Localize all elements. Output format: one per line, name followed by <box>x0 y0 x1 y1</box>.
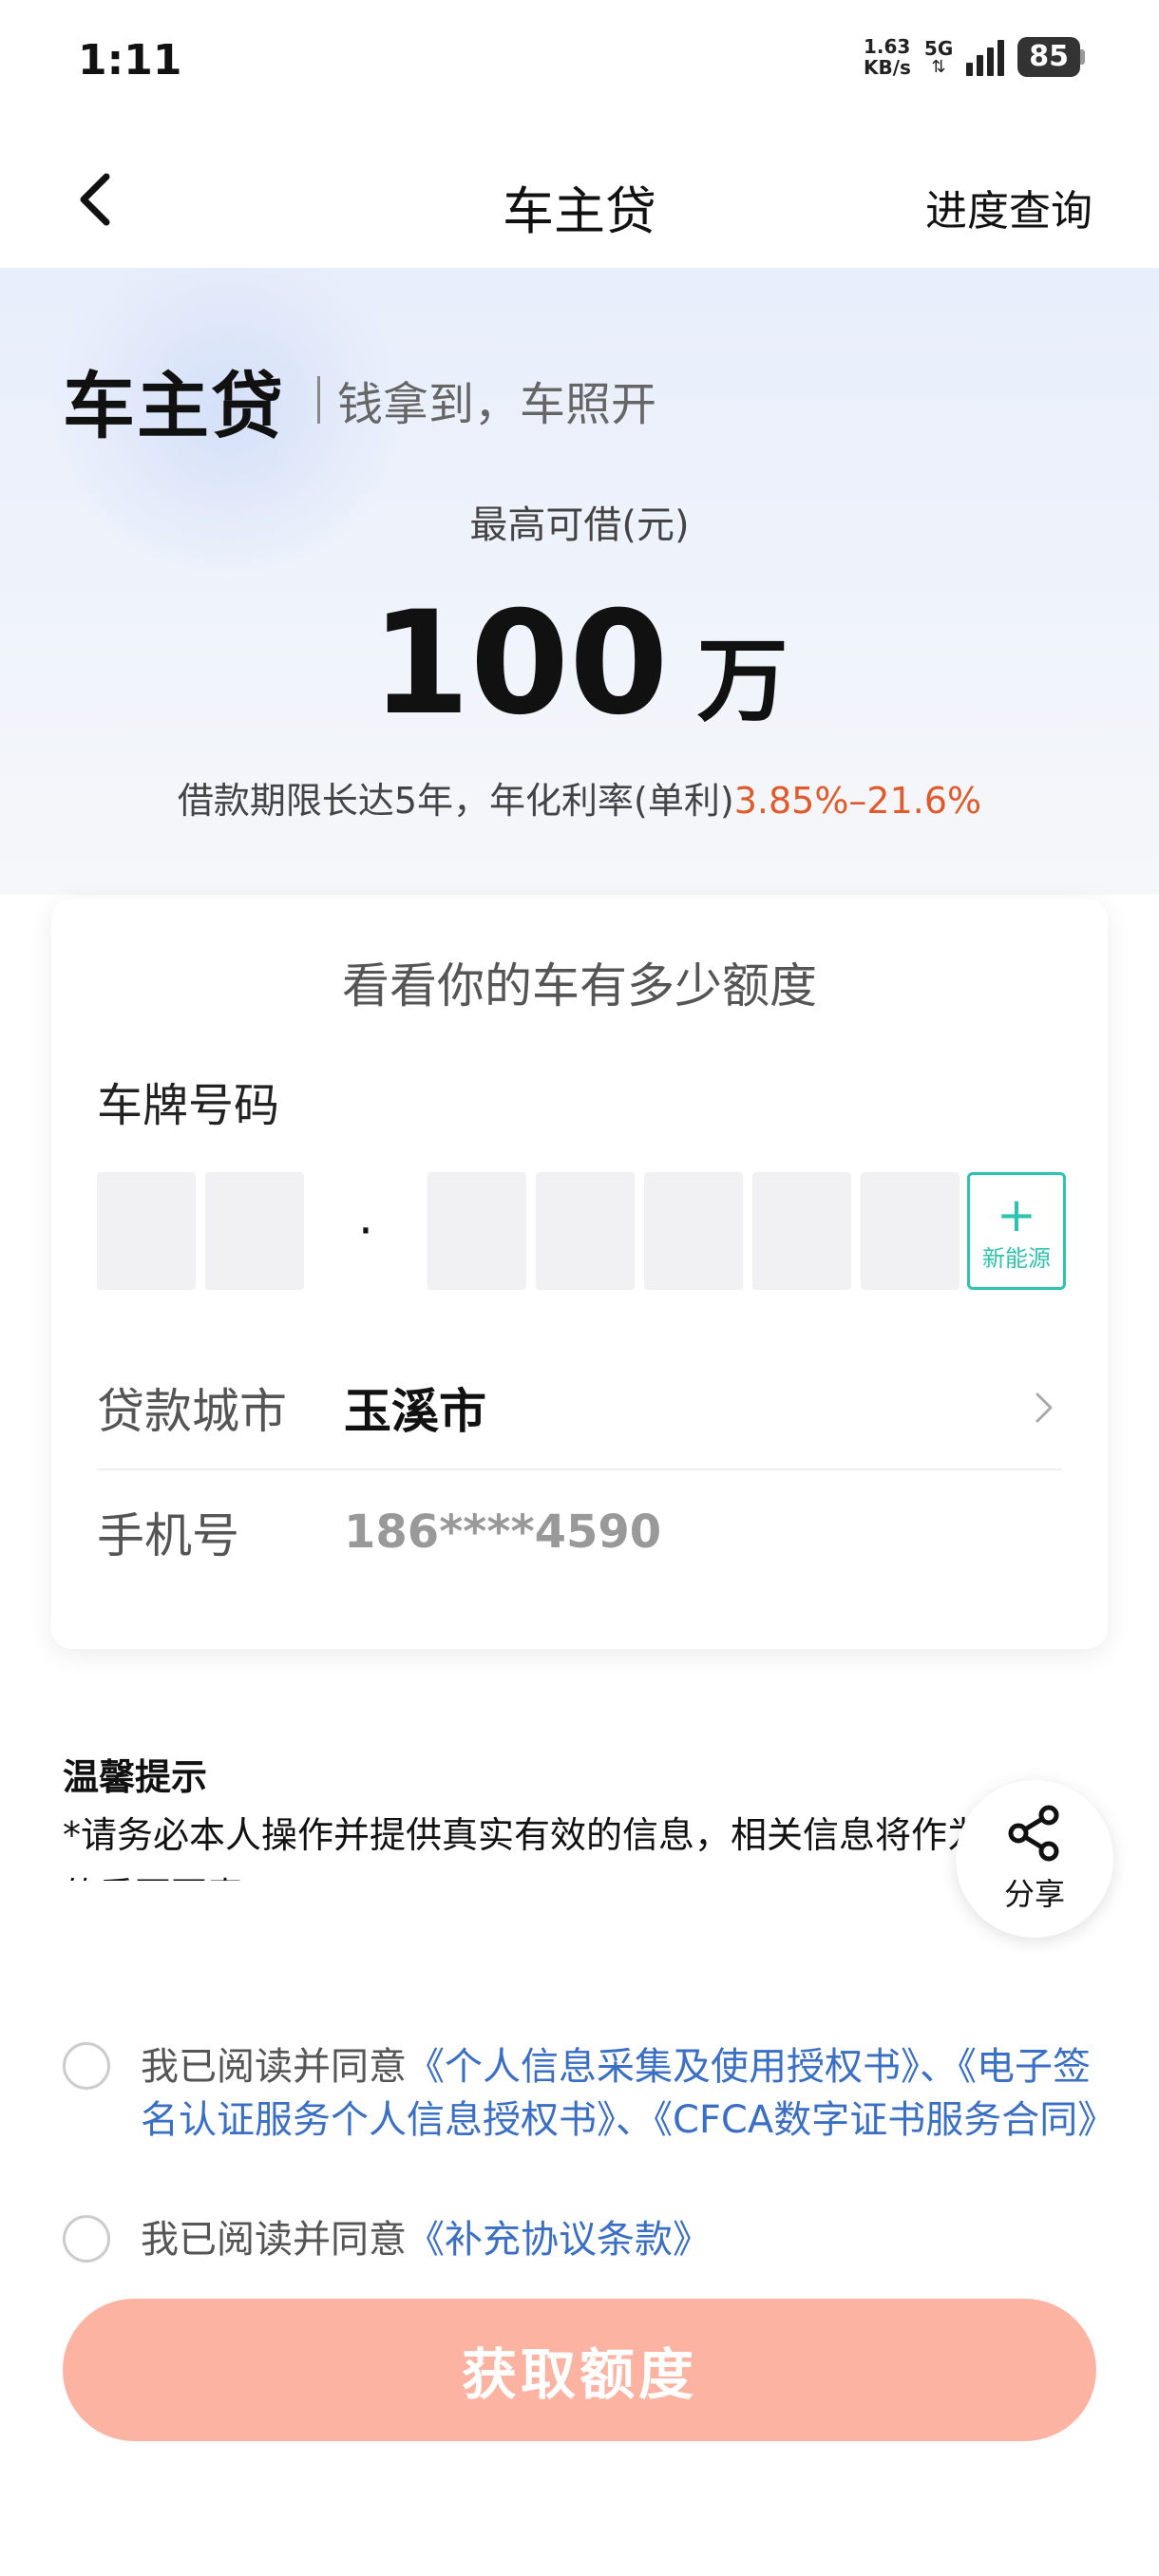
share-icon <box>1008 1805 1059 1862</box>
quota-form-card: 看看你的车有多少额度 车牌号码 · + 新能源 贷款城市 玉溪市 手机号 186… <box>51 899 1108 1649</box>
plate-input-row: · + 新能源 <box>97 1172 1066 1290</box>
brand-slogan: 钱拿到，车照开 <box>337 378 657 431</box>
plate-char-box[interactable] <box>428 1172 526 1290</box>
supplement-link[interactable]: 《补充协议条款》 <box>407 2218 711 2262</box>
agreement-prefix: 我已阅读并同意 <box>141 2045 407 2089</box>
amount-unit: 万 <box>696 628 788 734</box>
status-bar: 1:11 1.63 KB/s 5G ⇅ 85 <box>0 0 1159 123</box>
agreement-text: 我已阅读并同意《补充协议条款》 <box>141 2213 711 2266</box>
net-speed-unit: KB/s <box>863 56 911 79</box>
agreement-text: 我已阅读并同意《个人信息采集及使用授权书》、《电子签名认证服务个人信息授权书》、… <box>141 2040 1115 2147</box>
new-energy-label: 新能源 <box>982 1244 1051 1272</box>
plate-char-box[interactable] <box>97 1172 196 1290</box>
signal-icon <box>966 38 1005 76</box>
tips-content: *请务必本人操作并提供真实有效的信息，相关信息将作为借贷款的重要要素； <box>63 1805 1108 1881</box>
agreement-row-2: 我已阅读并同意《补充协议条款》 <box>63 2213 711 2266</box>
loan-terms: 借款期限长达5年，年化利率(单利)3.85%–21.6% <box>0 771 1159 824</box>
agreement-prefix: 我已阅读并同意 <box>141 2218 407 2262</box>
plate-char-box[interactable] <box>644 1172 743 1290</box>
plate-char-box[interactable] <box>861 1172 960 1290</box>
plate-char-box[interactable] <box>752 1172 851 1290</box>
city-label: 贷款城市 <box>97 1384 287 1439</box>
data-arrows-icon: ⇅ <box>931 57 946 77</box>
amount-label: 最高可借(元) <box>469 503 690 547</box>
back-button[interactable] <box>57 161 133 237</box>
chevron-left-icon <box>80 173 110 226</box>
phone-field[interactable]: 手机号 186****4590 <box>97 1470 1062 1594</box>
plate-separator: · <box>358 1203 373 1259</box>
share-label: 分享 <box>1003 1876 1065 1912</box>
battery-level: 85 <box>1017 37 1080 77</box>
status-icons: 1.63 KB/s 5G ⇅ 85 <box>864 36 1085 78</box>
agreement-checkbox[interactable] <box>63 2042 110 2090</box>
chevron-right-icon <box>1036 1392 1053 1423</box>
phone-label: 手机号 <box>97 1508 239 1563</box>
get-quota-button[interactable]: 获取额度 <box>63 2299 1096 2441</box>
amount-value: 100 <box>370 581 669 747</box>
plate-char-box[interactable] <box>205 1172 304 1290</box>
network-type: 5G ⇅ <box>924 38 953 76</box>
phone-value[interactable]: 186****4590 <box>344 1506 1062 1559</box>
supplement-checkbox[interactable] <box>63 2215 110 2263</box>
share-button[interactable]: 分享 <box>956 1780 1113 1938</box>
progress-query-link[interactable]: 进度查询 <box>925 177 1092 237</box>
plate-label: 车牌号码 <box>97 1079 280 1132</box>
tips-text: *请务必本人操作并提供真实有效的信息，相关信息将作为借贷款的重要要素； <box>63 1814 1092 1881</box>
interest-rate: 3.85%–21.6% <box>733 780 982 822</box>
hero-brand: 车主贷 钱拿到，车照开 <box>63 348 656 452</box>
city-value: 玉溪市 <box>344 1384 486 1439</box>
plate-char-box[interactable] <box>536 1172 635 1290</box>
agreement-row-1: 我已阅读并同意《个人信息采集及使用授权书》、《电子签名认证服务个人信息授权书》、… <box>63 2040 1115 2147</box>
new-energy-button[interactable]: + 新能源 <box>967 1172 1066 1290</box>
net-speed: 1.63 KB/s <box>864 36 911 78</box>
network-label: 5G <box>923 37 954 60</box>
card-title: 看看你的车有多少额度 <box>342 958 817 1013</box>
brand-divider <box>317 376 320 424</box>
tips-title: 温馨提示 <box>63 1756 208 1798</box>
loan-city-selector[interactable]: 贷款城市 玉溪市 <box>97 1347 1062 1470</box>
net-speed-value: 1.63 <box>863 35 911 58</box>
nav-bar: 车主贷 进度查询 <box>0 142 1159 256</box>
max-amount: 100 万 <box>0 581 1159 747</box>
battery-icon: 85 <box>1017 37 1085 77</box>
status-time: 1:11 <box>78 36 182 85</box>
plus-icon: + <box>997 1186 1036 1242</box>
hero-banner: 车主贷 钱拿到，车照开 最高可借(元) 100 万 借款期限长达5年，年化利率(… <box>0 268 1159 895</box>
brand-logo-text: 车主贷 <box>63 364 285 448</box>
loan-terms-text: 借款期限长达5年，年化利率(单利) <box>177 780 734 822</box>
